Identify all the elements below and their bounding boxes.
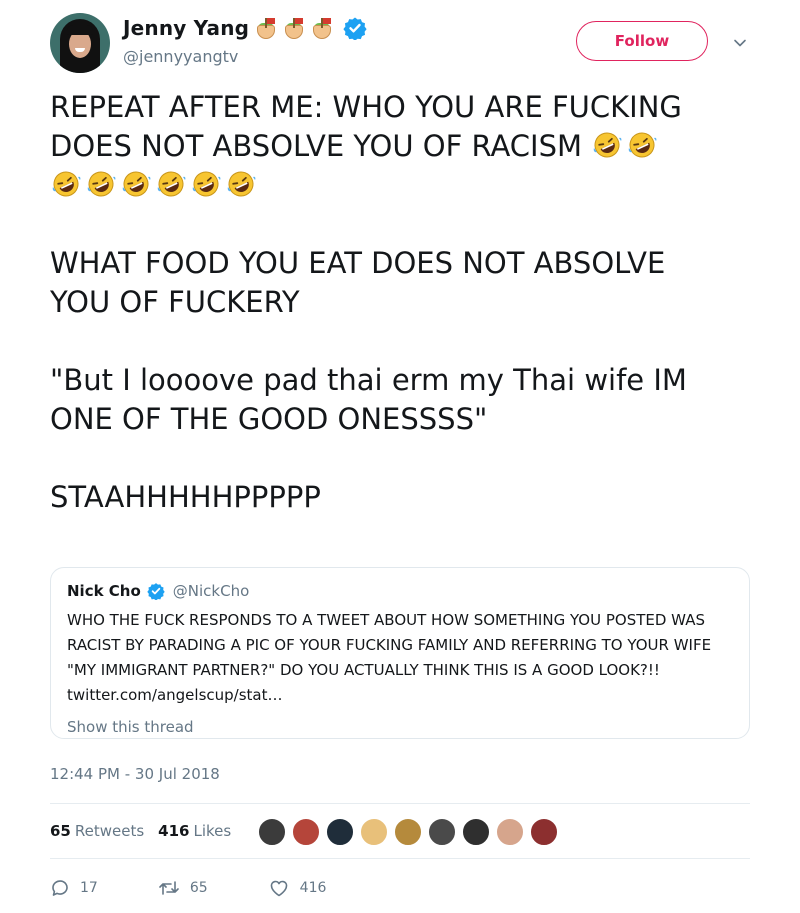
quoted-text-body: WHO THE FUCK RESPONDS TO A TWEET ABOUT H… xyxy=(67,611,712,679)
author-avatar[interactable] xyxy=(50,13,110,73)
verified-badge-icon xyxy=(147,583,165,600)
tweet-line: WHAT FOOD YOU EAT DOES NOT ABSOLVE xyxy=(50,246,666,280)
divider xyxy=(50,858,750,859)
liker-avatar[interactable] xyxy=(462,818,490,846)
quoted-tweet[interactable]: Nick Cho @NickCho WHO THE FUCK RESPONDS … xyxy=(50,567,750,739)
quoted-author-name: Nick Cho xyxy=(67,582,141,600)
rolling-laughing-emoji-icon xyxy=(227,171,256,197)
rice-bowl-flag-emoji xyxy=(283,17,305,39)
liker-avatar[interactable] xyxy=(292,818,320,846)
quoted-author-handle: @NickCho xyxy=(172,582,250,600)
rice-bowl-flag-emoji xyxy=(255,17,277,39)
rice-bowl-flag-emoji xyxy=(311,17,333,39)
follow-button[interactable]: Follow xyxy=(576,21,708,61)
tweet-text: REPEAT AFTER ME: WHO YOU ARE FUCKING DOE… xyxy=(50,88,750,517)
liker-avatar[interactable] xyxy=(360,818,388,846)
retweets-label: Retweets xyxy=(74,822,145,840)
liker-avatar[interactable] xyxy=(258,818,286,846)
tweet-line-text: DOES NOT ABSOLVE YOU OF RACISM xyxy=(50,129,583,163)
tweet-actions: 17 65 416 xyxy=(50,878,386,898)
show-thread-link[interactable]: Show this thread xyxy=(67,718,733,736)
tweet-line: REPEAT AFTER ME: WHO YOU ARE FUCKING xyxy=(50,90,682,124)
rolling-laughing-emoji-icon xyxy=(192,171,221,197)
author-name-row: Jenny Yang xyxy=(123,13,367,43)
tweet-line: DOES NOT ABSOLVE YOU OF RACISM xyxy=(50,127,750,166)
emoji-group xyxy=(591,129,661,163)
quoted-tweet-text: WHO THE FUCK RESPONDS TO A TWEET ABOUT H… xyxy=(67,608,737,708)
rolling-laughing-emoji-icon xyxy=(52,171,81,197)
engagement-stats: 65 Retweets 416 Likes xyxy=(50,822,245,840)
liker-avatars xyxy=(258,818,558,846)
likes-stat[interactable]: 416 Likes xyxy=(158,822,231,840)
rolling-laughing-emoji-icon xyxy=(87,171,116,197)
retweet-icon xyxy=(159,881,179,895)
tweet-line: YOU OF FUCKERY xyxy=(50,285,300,319)
chevron-down-icon[interactable] xyxy=(733,36,747,50)
divider xyxy=(50,803,750,804)
liker-avatar[interactable] xyxy=(326,818,354,846)
likes-label: Likes xyxy=(193,822,232,840)
rolling-laughing-emoji-icon xyxy=(628,132,657,158)
verified-badge-icon xyxy=(343,17,367,40)
likes-count: 416 xyxy=(158,822,190,840)
rolling-laughing-emoji-icon xyxy=(122,171,151,197)
like-count: 416 xyxy=(299,880,327,896)
liker-avatar[interactable] xyxy=(530,818,558,846)
emoji-row xyxy=(50,166,750,205)
quoted-tweet-header: Nick Cho @NickCho xyxy=(67,580,733,602)
retweets-count: 65 xyxy=(50,822,71,840)
like-action[interactable]: 416 xyxy=(268,878,327,898)
heart-icon xyxy=(270,880,287,897)
rolling-laughing-emoji-icon xyxy=(593,132,622,158)
author-name[interactable]: Jenny Yang xyxy=(123,16,249,40)
rolling-laughing-emoji-icon xyxy=(157,171,186,197)
author-handle[interactable]: @jennyyangtv xyxy=(123,47,238,66)
liker-avatar[interactable] xyxy=(428,818,456,846)
quoted-link[interactable]: twitter.com/angelscup/stat… xyxy=(67,686,283,704)
liker-avatar[interactable] xyxy=(496,818,524,846)
tweet-timestamp[interactable]: 12:44 PM - 30 Jul 2018 xyxy=(50,765,220,783)
reply-count: 17 xyxy=(80,880,98,896)
reply-icon xyxy=(52,880,68,896)
retweets-stat[interactable]: 65 Retweets xyxy=(50,822,144,840)
retweet-action[interactable]: 65 xyxy=(158,878,208,898)
liker-avatar[interactable] xyxy=(394,818,422,846)
tweet-line: STAAHHHHHPPPPP xyxy=(50,480,321,514)
tweet-line: "But I loooove pad thai erm my Thai wife… xyxy=(50,363,687,397)
reply-action[interactable]: 17 xyxy=(50,878,98,898)
retweet-count: 65 xyxy=(189,880,208,896)
tweet-line: ONE OF THE GOOD ONESSSS" xyxy=(50,402,488,436)
